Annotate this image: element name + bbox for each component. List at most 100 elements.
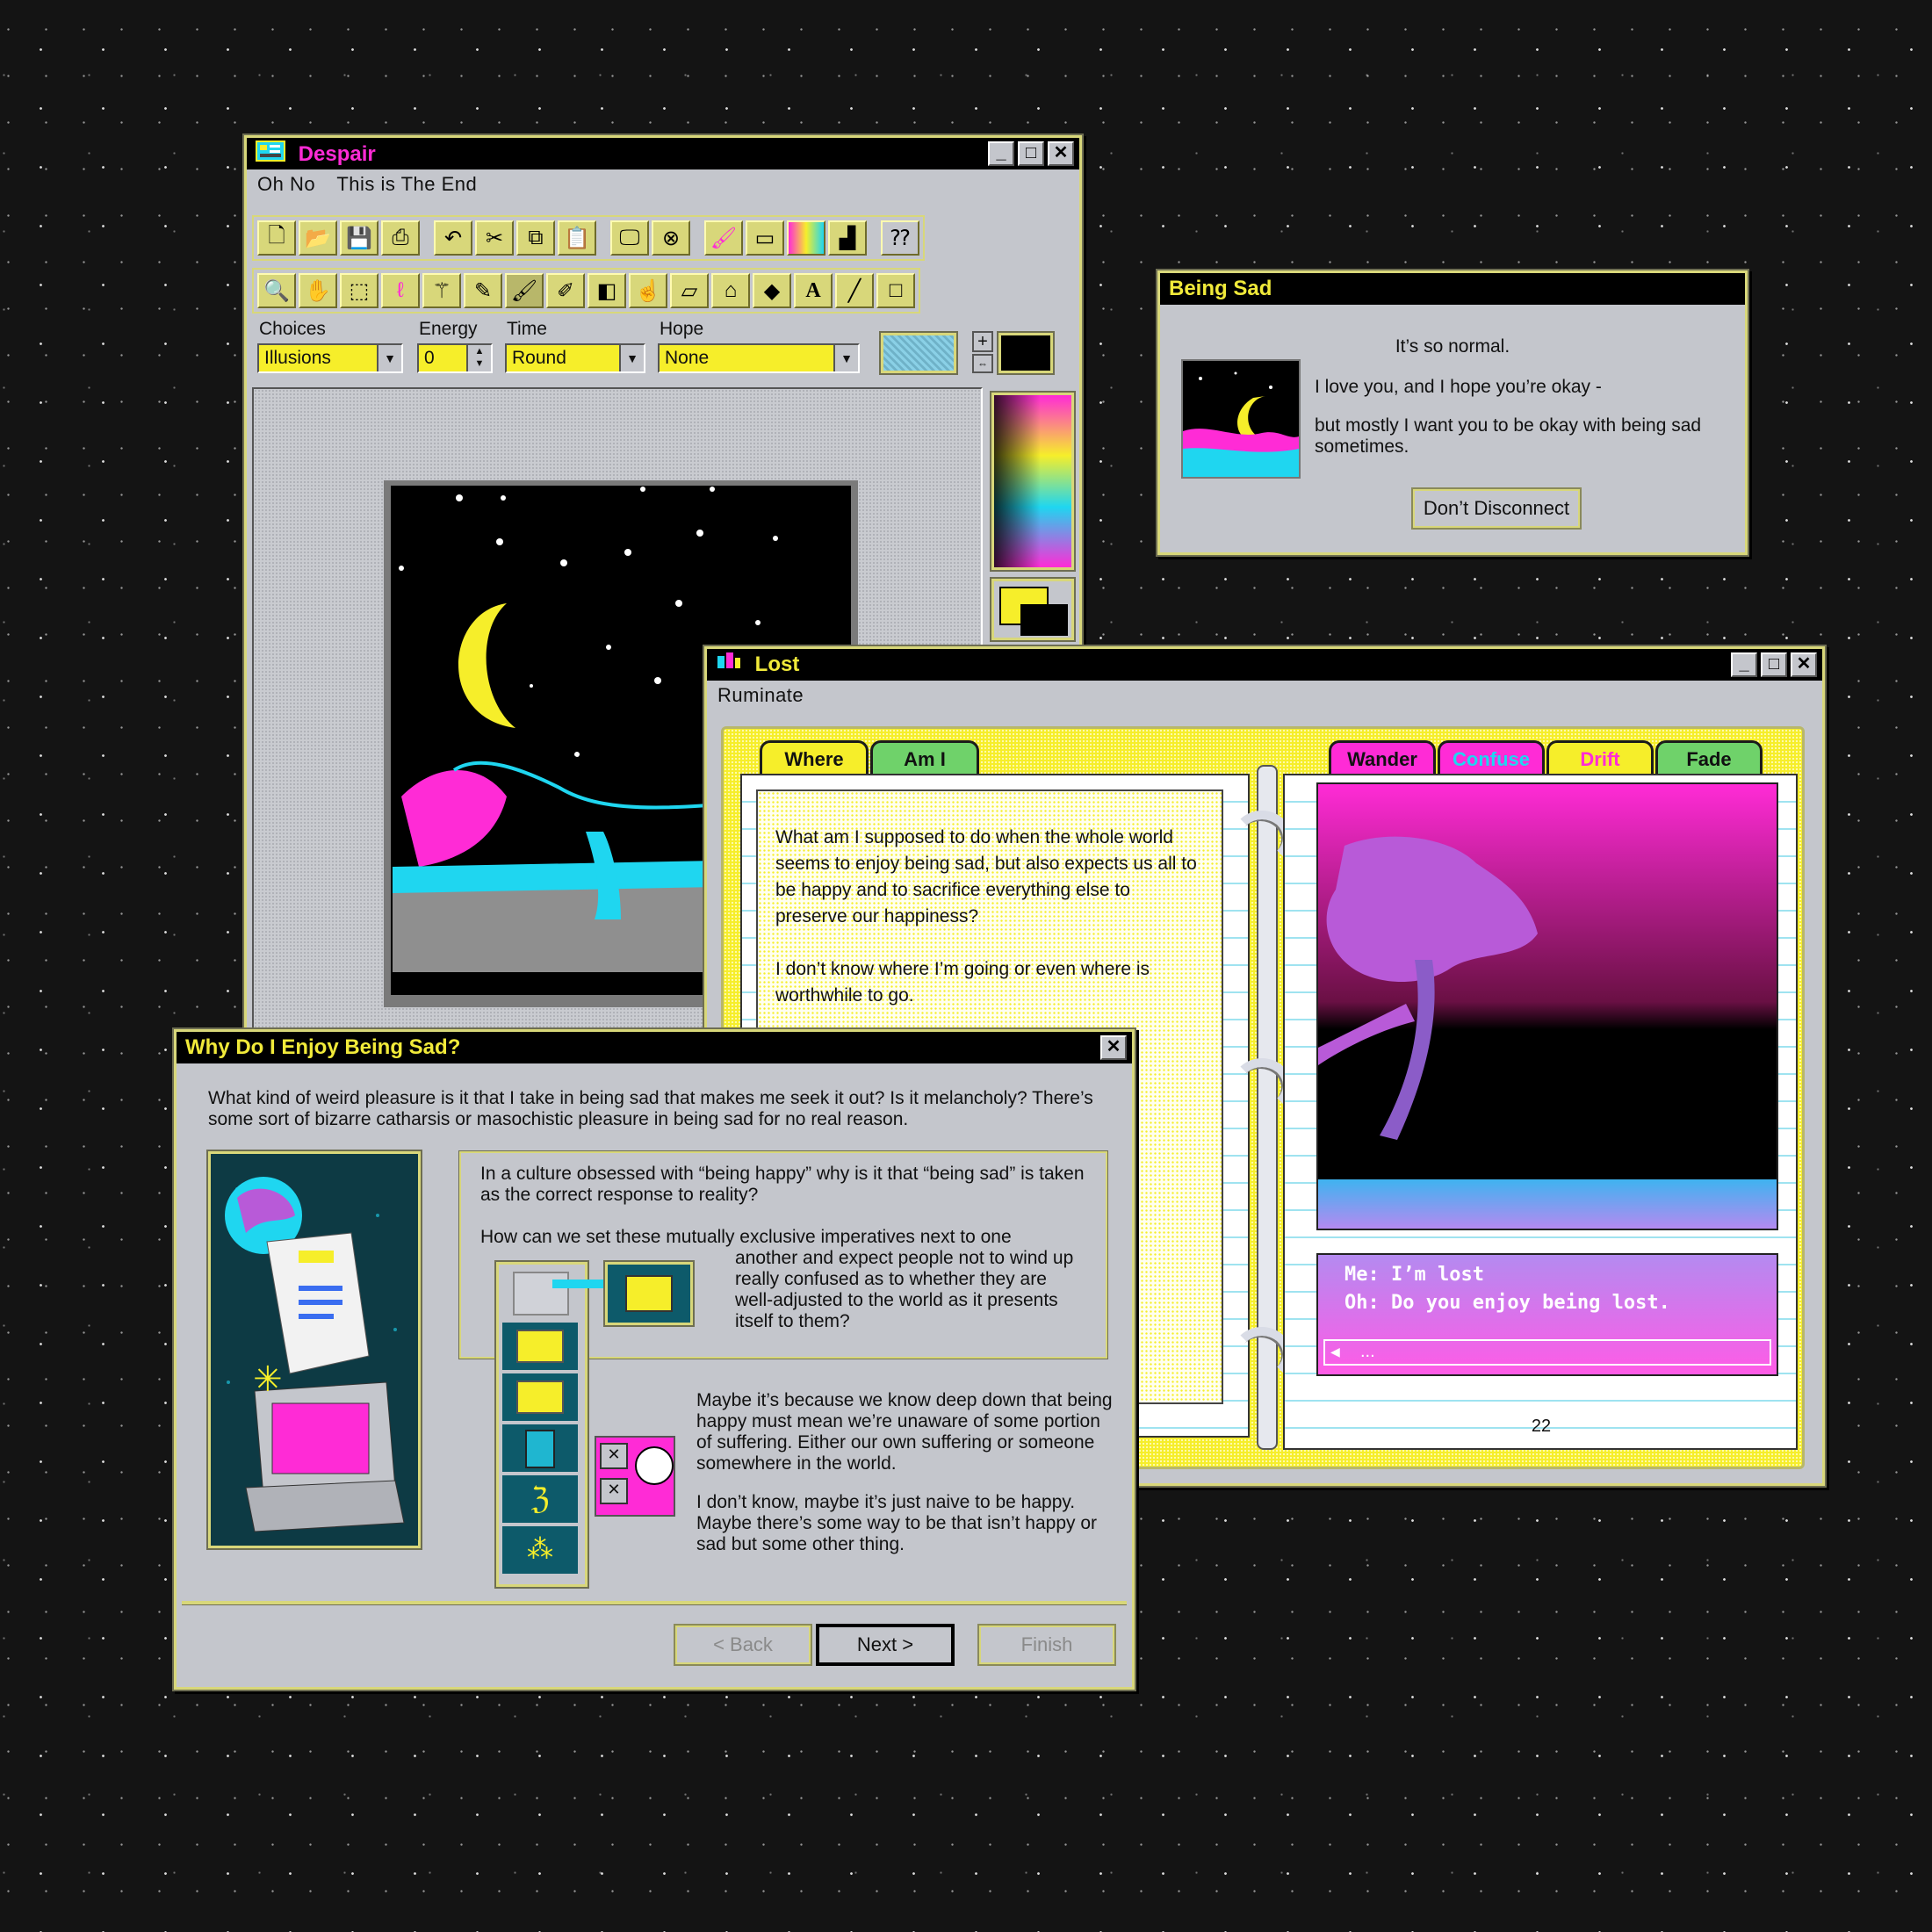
menu-this-is-the-end[interactable]: This is The End — [336, 173, 477, 195]
choices-select[interactable]: Illusions ▼ — [257, 343, 403, 373]
chevron-down-icon[interactable]: ▼ — [619, 345, 644, 371]
tab-am-i[interactable]: Am I — [870, 740, 979, 775]
chat-line-2: Oh: Do you enjoy being lost. — [1344, 1292, 1670, 1314]
chat-panel: Me: I’m lost Oh: Do you enjoy being lost… — [1316, 1253, 1778, 1376]
color-swatch-black[interactable] — [997, 331, 1055, 375]
save-icon[interactable]: 💾 — [340, 220, 378, 256]
calendar-icon[interactable] — [502, 1323, 578, 1370]
energy-label: Energy — [419, 319, 478, 339]
magic-wand-icon[interactable]: ⚚ — [422, 273, 461, 308]
chat-input[interactable]: ◀ ... — [1323, 1339, 1771, 1366]
close-button[interactable]: ✕ — [1791, 652, 1817, 677]
print-icon[interactable]: ⎙ — [381, 220, 420, 256]
time-value: Round — [512, 348, 566, 368]
next-button[interactable]: Next > — [816, 1624, 955, 1666]
minimize-button[interactable]: _ — [988, 141, 1014, 166]
new-file-icon[interactable]: 🗋 — [257, 220, 296, 256]
despair-title: Despair — [298, 141, 376, 166]
spreadsheet-icon[interactable] — [513, 1272, 569, 1316]
lasso-icon[interactable]: ℓ — [381, 273, 420, 308]
hand-icon[interactable]: ✋ — [299, 273, 337, 308]
energy-stepper[interactable]: 0 ▲ ▼ — [417, 343, 493, 373]
undo-icon[interactable]: ↶ — [434, 220, 472, 256]
minimize-button[interactable]: _ — [1731, 652, 1757, 677]
time-select[interactable]: Round ▼ — [505, 343, 645, 373]
choices-label: Choices — [259, 319, 326, 339]
dont-disconnect-button[interactable]: Don’t Disconnect — [1411, 487, 1582, 530]
paste-icon[interactable]: 📋 — [558, 220, 596, 256]
chevron-down-icon[interactable]: ▼ — [833, 345, 858, 371]
stepper-arrows-icon[interactable]: ▲ ▼ — [466, 345, 491, 371]
imperatives-paragraph-b: another and expect people not to wind up… — [735, 1248, 1074, 1331]
page-number: 22 — [1531, 1417, 1552, 1436]
chart-icon[interactable]: ▟ — [828, 220, 867, 256]
line-icon[interactable]: ╱ — [835, 273, 874, 308]
form-icon[interactable] — [502, 1373, 578, 1421]
lost-titlebar[interactable]: Lost _ □ ✕ — [707, 649, 1822, 681]
help-icon[interactable]: ⁇ — [881, 220, 919, 256]
choices-value: Illusions — [264, 348, 331, 368]
why-titlebar[interactable]: Why Do I Enjoy Being Sad? ✕ — [177, 1032, 1132, 1063]
time-label: Time — [507, 319, 547, 339]
close-button[interactable]: ✕ — [1048, 141, 1074, 166]
error-windows-icon[interactable]: ✕ ✕ — [595, 1436, 675, 1517]
divider — [182, 1601, 1127, 1605]
hope-label: Hope — [660, 319, 704, 339]
monitor-icon[interactable]: 🖵 — [610, 220, 649, 256]
text-icon[interactable]: A — [794, 273, 833, 308]
tab-wander[interactable]: Wander — [1329, 740, 1436, 775]
cut-icon[interactable]: ✂ — [475, 220, 514, 256]
copy-icon[interactable]: ⧉ — [516, 220, 555, 256]
color-palette[interactable] — [990, 391, 1076, 572]
background-color[interactable] — [1020, 604, 1068, 636]
cancel-icon[interactable]: ⊗ — [652, 220, 690, 256]
brush-icon[interactable]: 🖌 — [505, 273, 544, 308]
paint-toolbar: 🔍 ✋ ⬚ ℓ ⚚ ✎ 🖌 ✐ ◧ ☝ ▱ ⌂ ◆ A ╱ □ — [252, 268, 920, 314]
arrow-left-icon[interactable]: ◀ — [1330, 1341, 1340, 1362]
film-icon[interactable]: ▭ — [746, 220, 784, 256]
energy-value: 0 — [424, 348, 435, 368]
swap-icon[interactable]: ⇔ — [972, 354, 993, 373]
book-icon[interactable] — [502, 1424, 578, 1472]
chevron-down-icon[interactable]: ▼ — [377, 345, 401, 371]
chat-line-1: Me: I’m lost — [1344, 1264, 1484, 1286]
zoom-icon[interactable]: 🔍 — [257, 273, 296, 308]
despair-titlebar[interactable]: Despair _ □ ✕ — [247, 138, 1079, 169]
why-title: Why Do I Enjoy Being Sad? — [185, 1035, 461, 1059]
close-button[interactable]: ✕ — [1100, 1035, 1127, 1060]
back-button[interactable]: < Back — [674, 1624, 812, 1666]
fill-icon[interactable]: ◧ — [588, 273, 626, 308]
why-intro: What kind of weird pleasure is it that I… — [208, 1088, 1093, 1129]
menu-ruminate[interactable]: Ruminate — [717, 684, 804, 706]
pencil-icon[interactable]: ✎ — [464, 273, 502, 308]
fg-bg-colors[interactable] — [990, 577, 1076, 642]
open-folder-icon[interactable]: 📂 — [299, 220, 337, 256]
brush-icon[interactable]: 🖌 — [704, 220, 743, 256]
why-window: Why Do I Enjoy Being Sad? ✕ What kind of… — [174, 1029, 1135, 1690]
hope-select[interactable]: None ▼ — [658, 343, 860, 373]
smudge-icon[interactable]: ☝ — [629, 273, 667, 308]
rectangle-icon[interactable]: □ — [876, 273, 915, 308]
finish-button[interactable]: Finish — [977, 1624, 1116, 1666]
molecules-icon[interactable]: ⁂ — [502, 1526, 578, 1574]
tab-drift[interactable]: Drift — [1546, 740, 1654, 775]
maximize-button[interactable]: □ — [1018, 141, 1044, 166]
pattern-swatch[interactable] — [879, 331, 958, 375]
being-sad-titlebar[interactable]: Being Sad — [1160, 273, 1745, 305]
zoom-in-icon[interactable]: + — [972, 331, 993, 352]
tab-fade[interactable]: Fade — [1655, 740, 1763, 775]
rect-select-icon[interactable]: ⬚ — [340, 273, 378, 308]
color-bars-icon[interactable] — [787, 220, 825, 256]
tab-where[interactable]: Where — [760, 740, 869, 775]
airbrush-icon[interactable]: ✐ — [546, 273, 585, 308]
menu-oh-no[interactable]: Oh No — [257, 173, 315, 195]
scroll-icon[interactable]: ℨ — [502, 1475, 578, 1523]
chat-input-value: ... — [1360, 1342, 1375, 1361]
tab-confuse[interactable]: Confuse — [1438, 740, 1545, 775]
diamond-icon[interactable]: ◆ — [753, 273, 791, 308]
being-sad-title: Being Sad — [1169, 277, 1272, 300]
eraser-icon[interactable]: ▱ — [670, 273, 709, 308]
table-target-icon[interactable] — [603, 1260, 695, 1327]
stamp-icon[interactable]: ⌂ — [711, 273, 750, 308]
maximize-button[interactable]: □ — [1761, 652, 1787, 677]
